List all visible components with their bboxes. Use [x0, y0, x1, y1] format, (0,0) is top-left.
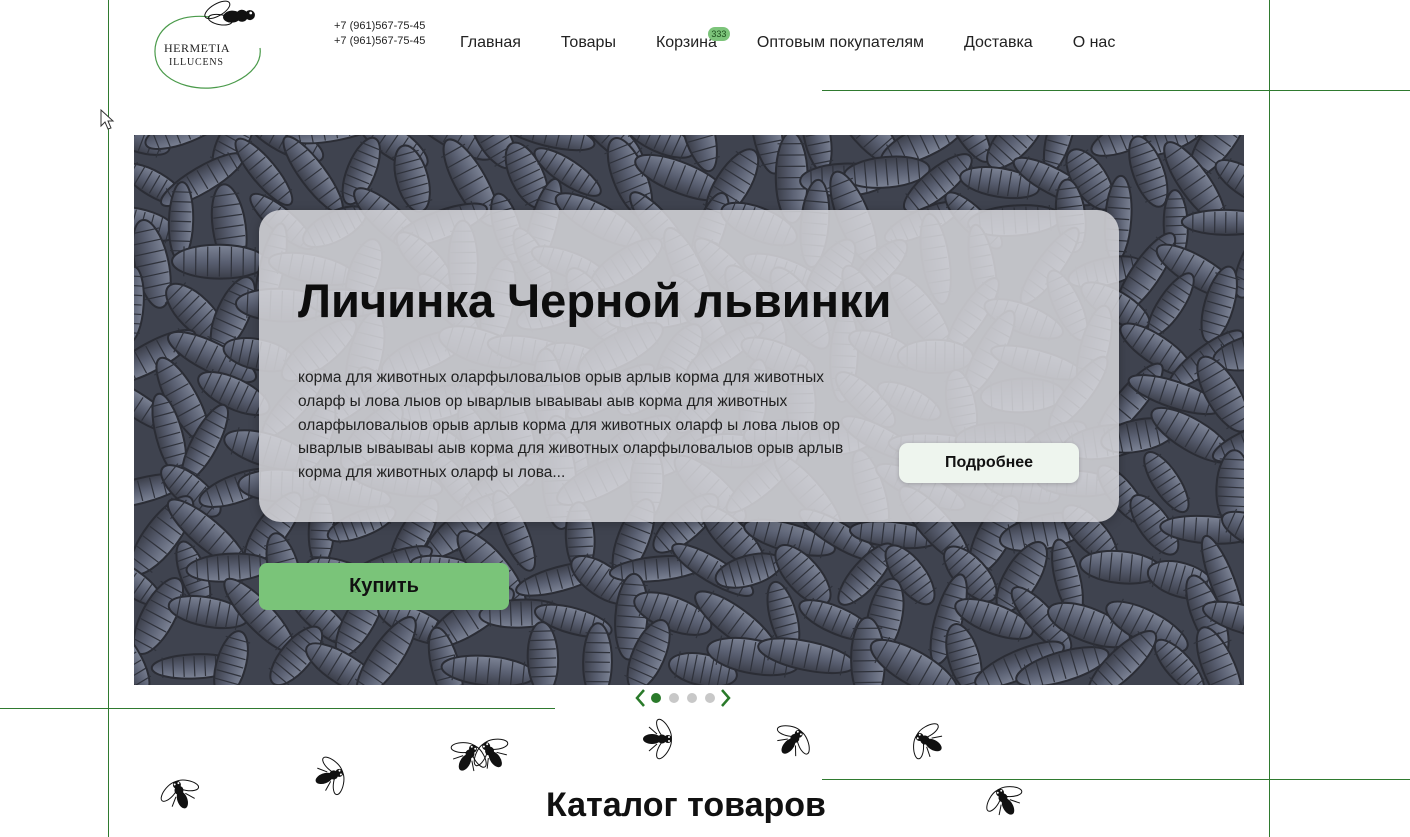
fly-icon	[470, 733, 516, 784]
slider-controls	[633, 688, 733, 708]
main-nav: Главная Товары Корзина 333 Оптовым покуп…	[460, 27, 1116, 52]
hero-info-card: Личинка Черной львинки корма для животны…	[259, 210, 1119, 522]
catalog-title: Каталог товаров	[546, 786, 826, 824]
cursor-icon	[100, 109, 115, 130]
nav-item-home[interactable]: Главная	[460, 34, 521, 52]
fly-icon	[158, 773, 204, 824]
slider-dots	[647, 693, 719, 703]
buy-button[interactable]: Купить	[259, 563, 509, 610]
slider-dot[interactable]	[705, 693, 715, 703]
guide-line-top	[822, 90, 1410, 91]
phone-list: +7 (961)567-75-45 +7 (961)567-75-45	[334, 19, 425, 49]
nav-item-products[interactable]: Товары	[561, 34, 616, 52]
logo-text-line1: Hermetia	[164, 41, 230, 55]
hero-slider: Личинка Черной львинки корма для животны…	[134, 135, 1244, 685]
nav-item-about[interactable]: О нас	[1073, 34, 1116, 52]
chevron-left-icon[interactable]	[633, 688, 647, 708]
nav-item-delivery[interactable]: Доставка	[964, 34, 1033, 52]
slider-dot[interactable]	[651, 693, 661, 703]
cart-count-badge: 333	[707, 27, 730, 41]
logo-text-line2: illucens	[169, 57, 224, 68]
logo[interactable]: Hermetia illucens	[150, 0, 270, 95]
guide-line-mid	[0, 708, 555, 709]
more-details-button[interactable]: Подробнее	[899, 443, 1079, 483]
nav-item-cart[interactable]: Корзина 333	[656, 27, 730, 52]
hero-title: Личинка Черной львинки	[298, 274, 892, 327]
guide-line-bottom	[822, 779, 1410, 780]
phone-number[interactable]: +7 (961)567-75-45	[334, 34, 425, 49]
fly-icon	[305, 754, 351, 805]
slider-dot[interactable]	[687, 693, 697, 703]
slider-dot[interactable]	[669, 693, 679, 703]
chevron-right-icon[interactable]	[719, 688, 733, 708]
fly-icon	[907, 720, 953, 771]
hero-description: корма для животных оларфыловалыов орыв а…	[298, 369, 844, 482]
fly-icon	[633, 716, 679, 767]
fly-icon	[983, 780, 1029, 831]
guide-line-right	[1269, 0, 1270, 837]
nav-item-wholesale[interactable]: Оптовым покупателям	[757, 34, 924, 52]
phone-number[interactable]: +7 (961)567-75-45	[334, 19, 425, 34]
fly-icon	[768, 720, 814, 771]
